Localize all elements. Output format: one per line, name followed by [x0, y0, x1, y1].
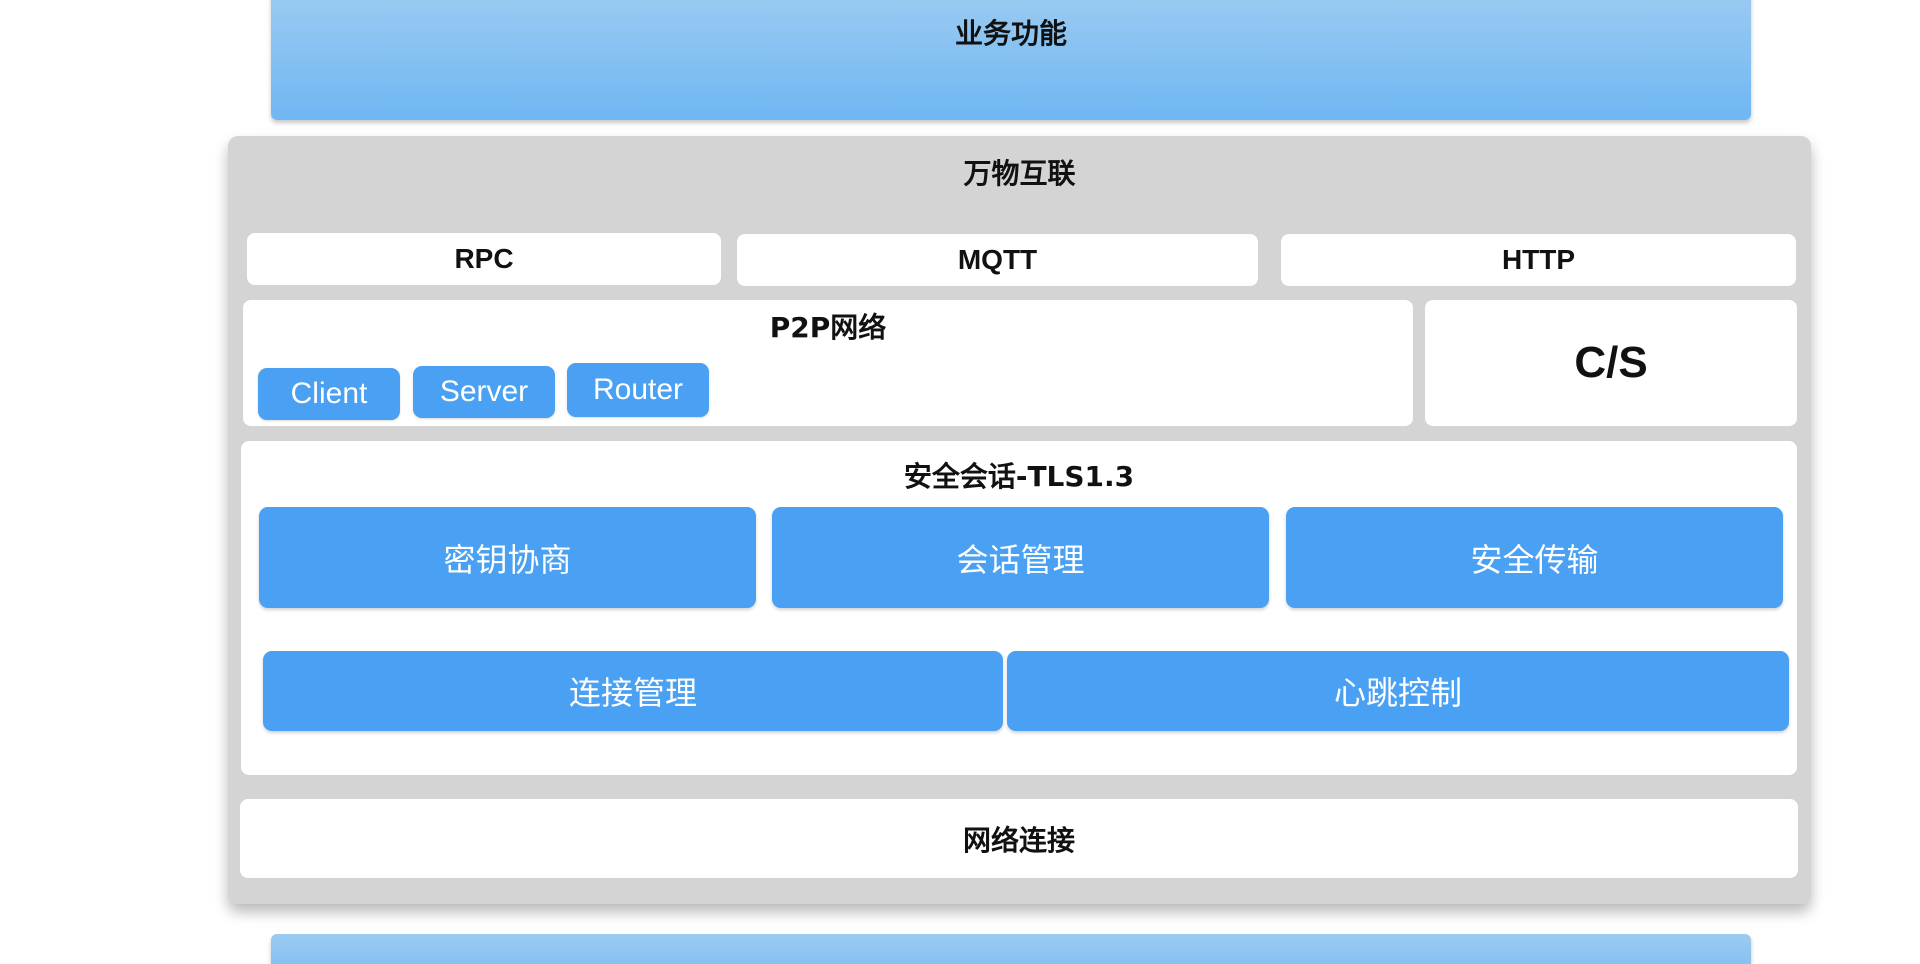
network-connection-box: 网络连接	[240, 799, 1798, 878]
protocol-rpc-label: RPC	[454, 243, 514, 274]
protocol-rpc: RPC	[247, 233, 721, 285]
feature-secure-transfer: 安全传输	[1286, 507, 1783, 608]
feature-heartbeat-control: 心跳控制	[1007, 651, 1789, 731]
business-function-band: 业务功能	[271, 0, 1751, 120]
protocol-mqtt: MQTT	[737, 234, 1258, 286]
tls-session-title: 安全会话-TLS1.3	[903, 460, 1135, 493]
feature-secure-transfer-label: 安全传输	[1470, 540, 1599, 579]
network-connection-label: 网络连接	[962, 823, 1075, 857]
role-server-label: Server	[439, 375, 529, 408]
architecture-diagram: 业务功能 万物互联 RPC MQTT HTTP P2P网络 Client Ser…	[0, 0, 1920, 964]
business-function-label: 业务功能	[954, 17, 1067, 50]
feature-key-negotiation-label: 密钥协商	[443, 540, 572, 579]
protocol-http-label: HTTP	[1501, 244, 1576, 275]
role-client: Client	[258, 368, 400, 420]
protocol-http: HTTP	[1281, 234, 1796, 286]
role-router: Router	[567, 363, 709, 417]
feature-key-negotiation: 密钥协商	[259, 507, 756, 608]
role-router-label: Router	[592, 373, 684, 406]
feature-connection-management-label: 连接管理	[568, 674, 697, 712]
role-server: Server	[413, 366, 555, 418]
client-server-label: C/S	[1574, 338, 1648, 387]
feature-session-management: 会话管理	[772, 507, 1269, 608]
client-server-box: C/S	[1425, 300, 1797, 426]
protocol-mqtt-label: MQTT	[957, 244, 1038, 275]
role-client-label: Client	[290, 377, 368, 410]
feature-session-management-label: 会话管理	[956, 540, 1085, 579]
feature-connection-management: 连接管理	[263, 651, 1003, 731]
iot-panel-title: 万物互联	[963, 157, 1076, 190]
bottom-band	[271, 934, 1751, 964]
feature-heartbeat-control-label: 心跳控制	[1333, 674, 1462, 712]
p2p-network-title: P2P网络	[769, 311, 887, 344]
